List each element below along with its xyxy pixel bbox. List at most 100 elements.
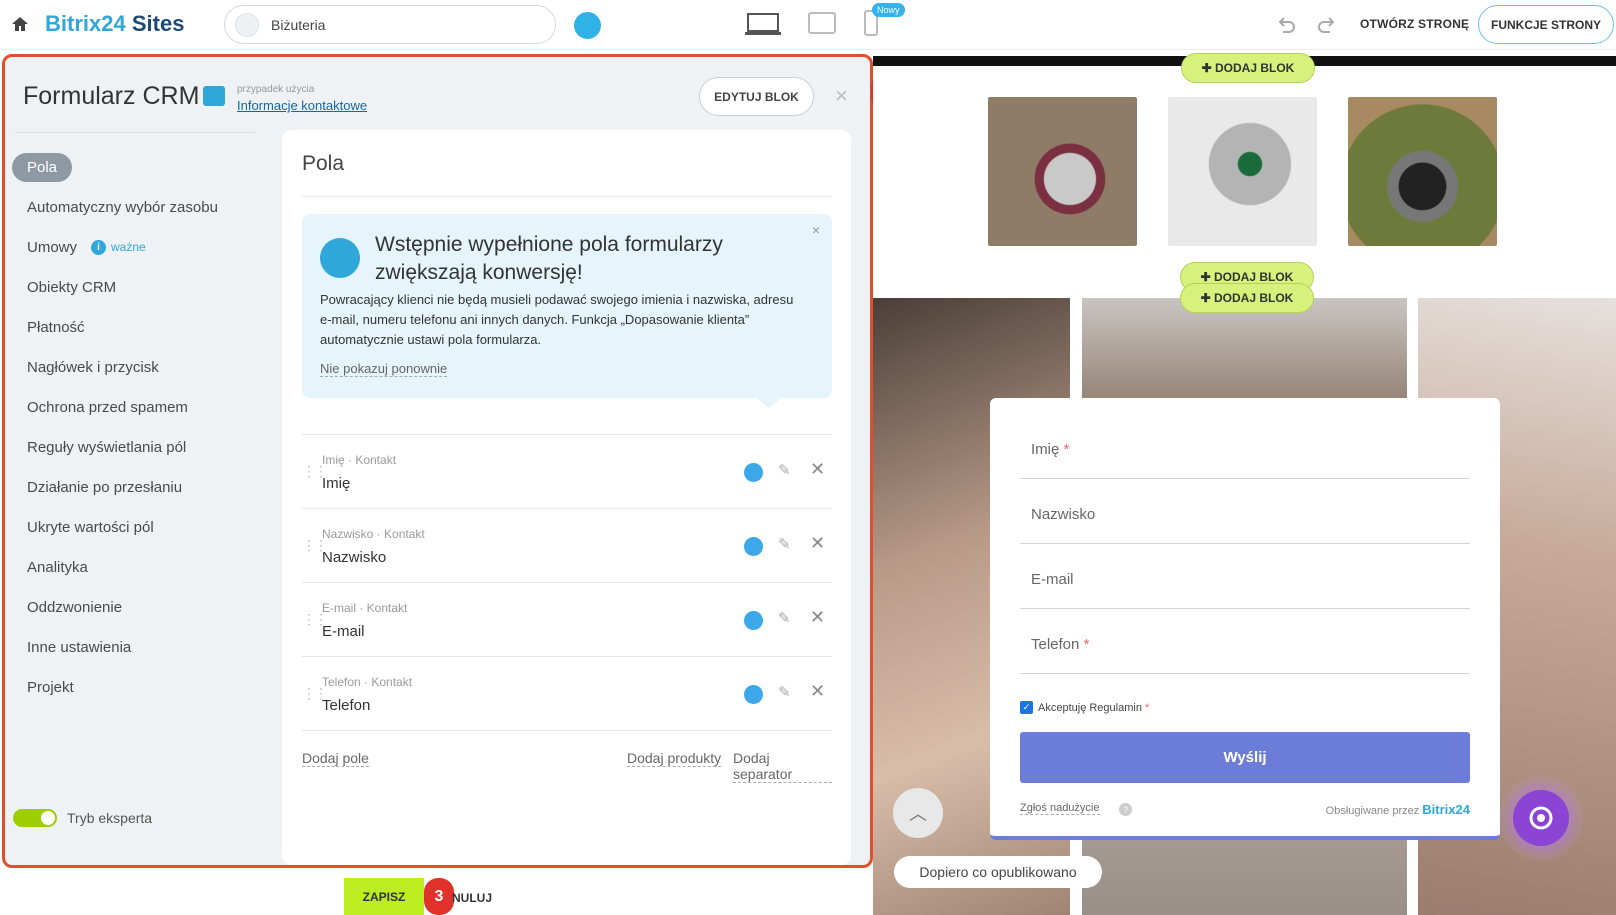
open-page-link[interactable]: OTWÓRZ STRONĘ (1360, 17, 1469, 31)
tip-text: Powracający klienci nie będą musieli pod… (320, 292, 794, 347)
help-icon[interactable]: ? (1119, 803, 1132, 816)
usecase-caption: przypadek użycia (237, 84, 315, 95)
customer-match-icon[interactable] (744, 611, 763, 630)
fields-content: Pola Wstępnie wypełnione pola formularzy… (282, 130, 851, 865)
customer-match-icon[interactable] (744, 463, 763, 482)
pencil-icon[interactable]: ✎ (778, 535, 791, 553)
report-abuse-link[interactable]: Zgłoś nadużycie (1020, 802, 1100, 815)
redo-icon[interactable] (1316, 14, 1338, 36)
nav-item-design[interactable]: Projekt (10, 667, 260, 707)
pencil-icon[interactable]: ✎ (778, 683, 791, 701)
form-field-last-name[interactable]: Nazwisko (1020, 496, 1470, 544)
field-row[interactable]: ⋮⋮ Telefon · Kontakt Telefon ✎ ✕ (302, 657, 832, 731)
home-icon[interactable] (10, 14, 30, 34)
important-tag: i ważne (91, 239, 146, 255)
delete-icon[interactable]: ✕ (810, 607, 825, 628)
autofill-tip: Wstępnie wypełnione pola formularzy zwię… (302, 214, 832, 408)
delete-icon[interactable]: ✕ (810, 533, 825, 554)
divider (15, 132, 255, 133)
expert-mode-toggle[interactable] (13, 809, 57, 827)
scroll-up-icon[interactable]: ︿ (893, 788, 943, 838)
nav-item-analytics[interactable]: Analityka (10, 547, 260, 587)
customer-match-icon[interactable] (744, 685, 763, 704)
nav-item-after-submit[interactable]: Działanie po przesłaniu (10, 467, 260, 507)
customer-match-icon (320, 238, 360, 278)
nav-item-header-button[interactable]: Nagłówek i przycisk (10, 347, 260, 387)
plus-icon: ✚ (1201, 61, 1216, 75)
field-name: Telefon (322, 697, 371, 714)
ring-image-onyx (1348, 97, 1497, 246)
page-functions-button[interactable]: FUNKCJE STRONY (1478, 5, 1614, 44)
field-meta: E-mail · Kontakt (322, 601, 408, 615)
add-block-button[interactable]: ✚ DODAJ BLOK (1180, 283, 1314, 313)
nav-item-hidden-values[interactable]: Ukryte wartości pól (10, 507, 260, 547)
nav-item-payment[interactable]: Płatność (10, 307, 260, 347)
terms-checkbox[interactable]: ✓ Akceptuję Regulamin * (1020, 701, 1149, 714)
nav-item-callback[interactable]: Oddzwonienie (10, 587, 260, 627)
form-field-phone[interactable]: Telefon * (1020, 626, 1470, 674)
tablet-view-icon[interactable] (808, 12, 836, 34)
undo-icon[interactable] (1275, 14, 1297, 36)
powered-by: Obsługiwane przez Bitrix24 (1325, 802, 1470, 817)
add-field-link[interactable]: Dodaj pole (302, 750, 369, 767)
pencil-icon[interactable]: ✎ (778, 461, 791, 479)
chat-widget-icon[interactable] (1513, 790, 1569, 846)
published-status: Dopiero co opublikowano (894, 856, 1102, 888)
close-icon[interactable]: × (812, 222, 820, 238)
usecase-link[interactable]: Informacje kontaktowe (237, 98, 367, 113)
fields-list: ⋮⋮ Imię · Kontakt Imię ✎ ✕ ⋮⋮ Nazwisko ·… (302, 434, 832, 731)
settings-nav: Pola Automatyczny wybór zasobu Umowy i waż… (10, 147, 260, 707)
field-meta: Nazwisko · Kontakt (322, 527, 425, 541)
desktop-view-icon[interactable] (745, 12, 781, 36)
submit-button[interactable]: Wyślij (1020, 732, 1470, 783)
nav-item-crm-objects[interactable]: Obiekty CRM (10, 267, 260, 307)
top-bar: Bitrix24 Sites Biżuteria Nowy OTWÓRZ STR… (0, 0, 1616, 50)
add-block-button[interactable]: ✚ DODAJ BLOK (1181, 53, 1315, 83)
add-products-link[interactable]: Dodaj produkty (627, 750, 722, 767)
panel-title: Formularz CRM (23, 82, 200, 110)
app-logo[interactable]: Bitrix24 Sites (45, 11, 184, 37)
site-thumbnail-icon (235, 12, 259, 37)
nav-item-auto-resource[interactable]: Automatyczny wybór zasobu (10, 187, 260, 227)
pencil-icon[interactable]: ✎ (778, 609, 791, 627)
field-row[interactable]: ⋮⋮ Nazwisko · Kontakt Nazwisko ✎ ✕ (302, 509, 832, 583)
field-row[interactable]: ⋮⋮ E-mail · Kontakt E-mail ✎ ✕ (302, 583, 832, 657)
nav-item-display-rules[interactable]: Reguły wyświetlania pól (10, 427, 260, 467)
tip-title: Wstępnie wypełnione pola formularzy zwię… (375, 233, 723, 284)
close-icon[interactable]: × (835, 83, 848, 109)
info-icon: i (91, 239, 107, 255)
content-title: Pola (302, 152, 345, 175)
add-separator-link[interactable]: Dodaj separator (733, 750, 832, 783)
delete-icon[interactable]: ✕ (810, 459, 825, 480)
delete-icon[interactable]: ✕ (810, 681, 825, 702)
checkbox-checked-icon: ✓ (1020, 701, 1033, 714)
contact-form: Imię * Nazwisko E-mail Telefon * ✓ Akcep… (990, 398, 1500, 840)
field-row[interactable]: ⋮⋮ Imię · Kontakt Imię ✎ ✕ (302, 435, 832, 509)
site-selector[interactable]: Biżuteria (224, 5, 556, 44)
ring-image-ruby (988, 97, 1137, 246)
cancel-button[interactable]: NULUJ (452, 891, 492, 905)
form-field-email[interactable]: E-mail (1020, 561, 1470, 609)
form-field-first-name[interactable]: Imię * (1020, 431, 1470, 479)
new-badge: Nowy (872, 3, 905, 17)
divider (302, 196, 832, 197)
plus-icon: ✚ (1200, 270, 1215, 284)
customer-match-icon[interactable] (744, 537, 763, 556)
field-name: Nazwisko (322, 549, 387, 566)
edit-block-button[interactable]: EDYTUJ BLOK (699, 77, 814, 116)
cloud-icon[interactable] (574, 12, 601, 39)
document-icon (203, 86, 225, 106)
nav-item-other-settings[interactable]: Inne ustawienia (10, 627, 260, 667)
nav-item-deals[interactable]: Umowy i ważne (10, 227, 260, 267)
step-marker-3: 3 (424, 878, 454, 915)
field-name: Imię (322, 475, 351, 492)
plus-icon: ✚ (1200, 291, 1215, 305)
dont-show-again-link[interactable]: Nie pokazuj ponownie (320, 361, 448, 377)
expert-mode[interactable]: Tryb eksperta (13, 809, 152, 827)
expert-mode-label: Tryb eksperta (67, 810, 153, 826)
nav-item-fields[interactable]: Pola (10, 147, 260, 187)
ring-image-emerald (1168, 97, 1317, 246)
field-name: E-mail (322, 623, 365, 640)
nav-item-spam-protection[interactable]: Ochrona przed spamem (10, 387, 260, 427)
save-button[interactable]: ZAPISZ (344, 878, 424, 915)
